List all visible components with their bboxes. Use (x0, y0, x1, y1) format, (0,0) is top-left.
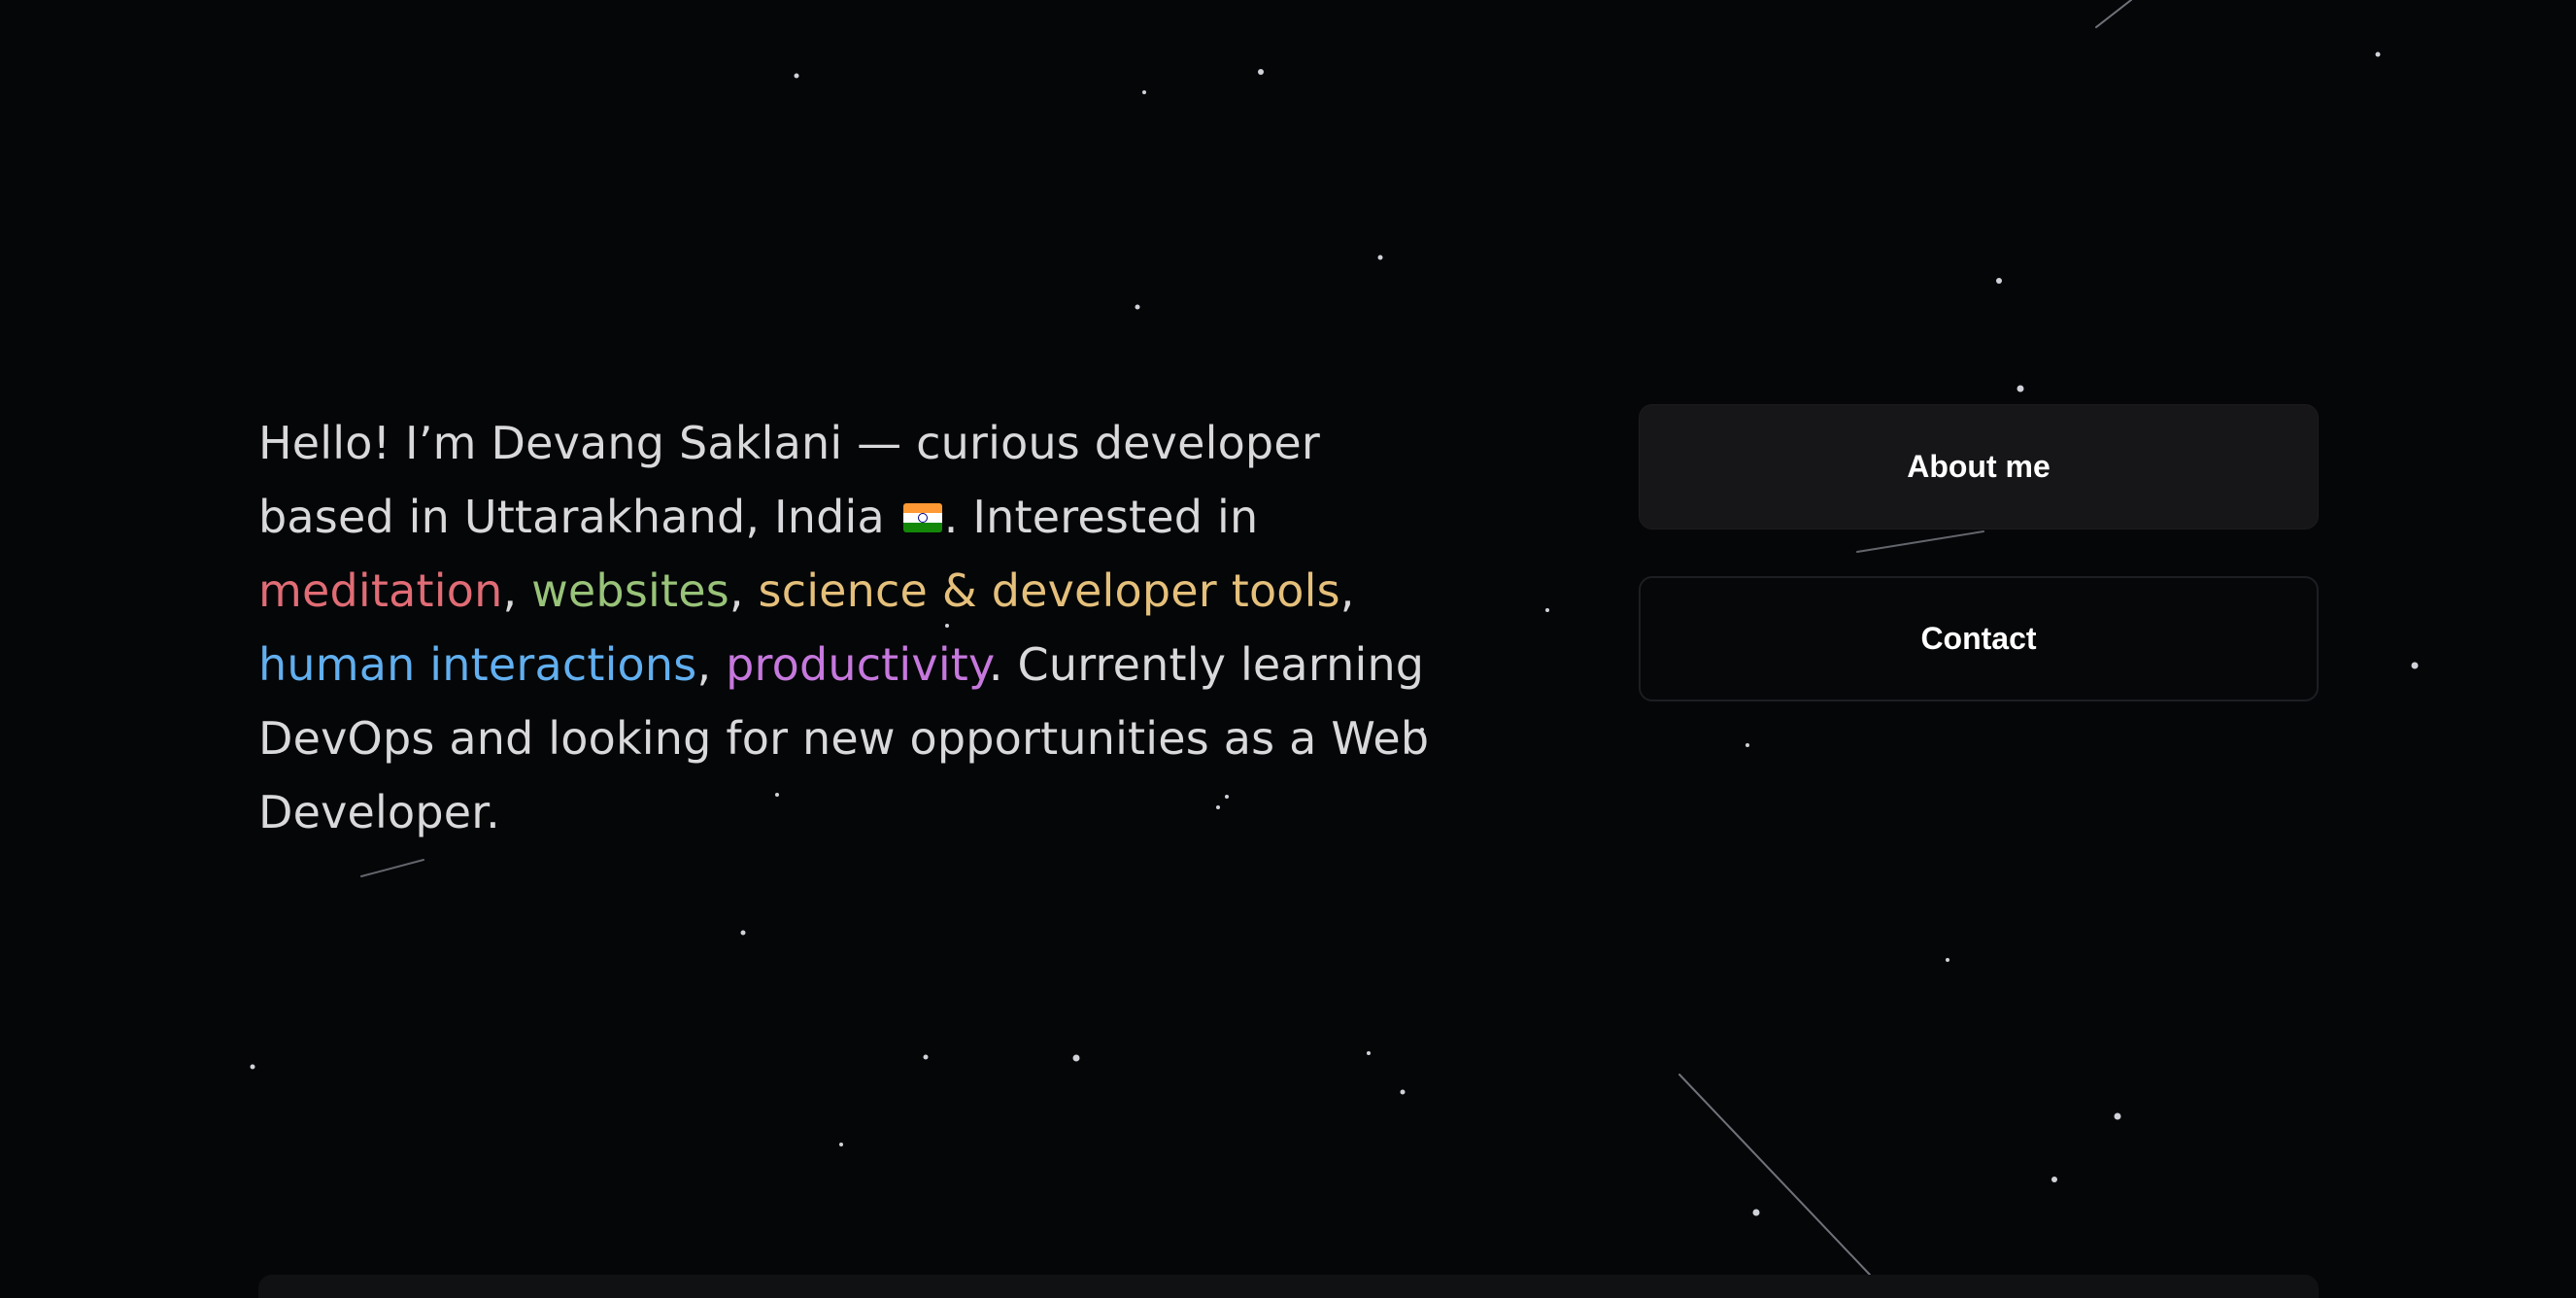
topic-science-link[interactable]: science & developer tools (759, 564, 1340, 617)
about-me-label: About me (1907, 449, 2051, 484)
topic-human-interactions-link[interactable]: human interactions (258, 638, 696, 691)
topic-separator: , (729, 564, 759, 617)
about-me-button[interactable]: About me (1639, 404, 2319, 529)
intro-part2: . Interested in (943, 491, 1259, 543)
topic-productivity-link[interactable]: productivity (726, 638, 989, 691)
topic-separator: , (1339, 564, 1355, 617)
topic-websites-link[interactable]: websites (531, 564, 729, 617)
india-flag-icon (902, 502, 942, 532)
topic-separator: , (502, 564, 532, 617)
intro-text: Hello! I’m Devang Saklani — curious deve… (258, 406, 1463, 849)
topic-separator: , (696, 638, 727, 691)
contact-label: Contact (1920, 621, 2037, 656)
bottom-section-card (258, 1275, 2319, 1298)
contact-button[interactable]: Contact (1639, 576, 2319, 701)
topic-meditation-link[interactable]: meditation (258, 564, 502, 617)
